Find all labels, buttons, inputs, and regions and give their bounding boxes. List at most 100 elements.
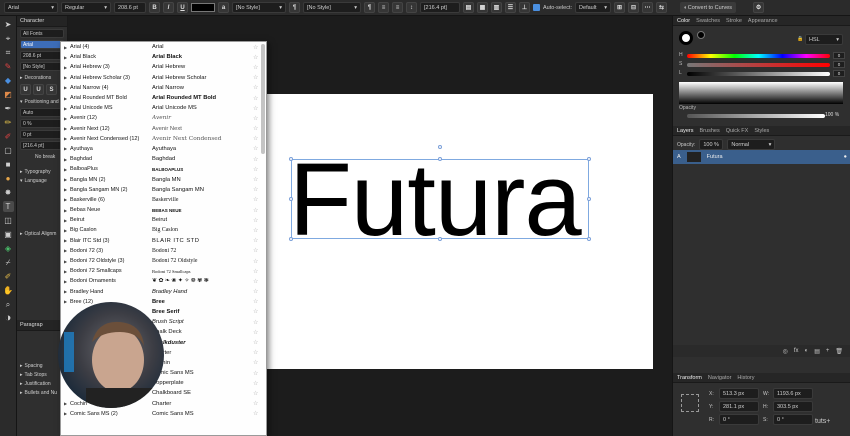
eyedropper-icon[interactable]: ⌿ <box>3 257 14 268</box>
fx-icon[interactable]: fx <box>794 348 799 354</box>
expand-triangle-icon[interactable]: ▶ <box>61 116 70 121</box>
view-tool-icon[interactable]: ✋ <box>3 285 14 296</box>
favorite-star-icon[interactable]: ☆ <box>253 288 258 295</box>
underline-deco-icon[interactable]: U <box>20 84 31 95</box>
color-chips-icon[interactable]: ◑ <box>3 313 14 324</box>
tab-history[interactable]: History <box>737 375 754 381</box>
font-list-item[interactable]: ▶ Comic Sans MS (2) Comic Sans MS ☆ <box>61 409 266 419</box>
font-style-field[interactable]: Regular ▾ <box>61 2 111 13</box>
font-list-item[interactable]: ▶ Bodoni Ornaments ❦ ✿ ❧ ❀ ✦ ✧ ❁ ✾ ❃ ☆ <box>61 276 266 286</box>
x-field[interactable]: 513.3 px <box>719 388 759 399</box>
r-field[interactable]: 0 ° <box>719 414 759 425</box>
font-list-item[interactable]: ▶ Avenir (12) Avenir ☆ <box>61 113 266 123</box>
expand-triangle-icon[interactable]: ▶ <box>61 228 70 233</box>
tab-transform[interactable]: Transform <box>677 375 702 381</box>
transform-icon[interactable]: ⊞ <box>614 2 626 13</box>
favorite-star-icon[interactable]: ☆ <box>253 329 258 336</box>
favorite-star-icon[interactable]: ☆ <box>253 237 258 244</box>
saturation-slider[interactable] <box>687 63 830 67</box>
color-model-dropdown[interactable]: HSL ▾ <box>805 34 843 45</box>
tab-layers[interactable]: Layers <box>677 128 694 134</box>
expand-triangle-icon[interactable]: ▶ <box>61 157 70 162</box>
shape-tool-icon[interactable]: ▢ <box>3 145 14 156</box>
paragraph-icon[interactable]: ¶ <box>364 2 375 13</box>
visibility-icon[interactable]: ● <box>844 154 847 160</box>
crop-tool-icon[interactable]: ⌗ <box>3 47 14 58</box>
font-list-item[interactable]: ▶ Arial (4) Arial ☆ <box>61 42 266 52</box>
lightness-slider[interactable] <box>687 72 830 76</box>
fill-stroke-chips[interactable] <box>679 31 693 45</box>
adjustments-icon[interactable]: ◎ <box>783 348 788 355</box>
favorite-star-icon[interactable]: ☆ <box>253 217 258 224</box>
font-list-item[interactable]: ▶ BalboaPlus BALBOAPLUS ☆ <box>61 164 266 174</box>
node-tool-icon[interactable]: ⌖ <box>3 33 14 44</box>
align-left-icon[interactable]: ≡ <box>378 2 389 13</box>
favorite-star-icon[interactable]: ☆ <box>253 390 258 397</box>
font-list-item[interactable]: ▶ Bebas Neue BEBAS NEUE ☆ <box>61 205 266 215</box>
favorite-star-icon[interactable]: ☆ <box>253 349 258 356</box>
font-list-item[interactable]: ▶ Blair ITC Std (3) BLAIR ITC STD ☆ <box>61 236 266 246</box>
convert-to-curves-button[interactable]: ◐ Convert to Curves <box>680 2 737 13</box>
bold-button[interactable]: B <box>149 2 160 13</box>
opacity-slider[interactable] <box>687 114 825 118</box>
double-underline-icon[interactable]: U <box>33 84 44 95</box>
favorite-star-icon[interactable]: ☆ <box>253 308 258 315</box>
favorite-star-icon[interactable]: ☆ <box>253 145 258 152</box>
selection-handle[interactable] <box>587 157 591 161</box>
expand-triangle-icon[interactable]: ▶ <box>61 136 70 141</box>
move-tool-icon[interactable]: ➤ <box>3 19 14 30</box>
para-style-field[interactable]: [No Style] ▾ <box>303 2 361 13</box>
font-family-field[interactable]: Arial ▾ <box>4 2 58 13</box>
font-list-item[interactable]: ▶ Bangla MN (2) Bangla MN ☆ <box>61 174 266 184</box>
h-field[interactable]: 303.5 px <box>773 401 813 412</box>
font-collection-dropdown[interactable]: All Fonts <box>20 29 64 38</box>
favorite-star-icon[interactable]: ☆ <box>253 339 258 346</box>
favorite-star-icon[interactable]: ☆ <box>253 176 258 183</box>
s-field[interactable]: 0 ° <box>773 414 813 425</box>
tab-swatches[interactable]: Swatches <box>696 18 720 24</box>
place-image-icon[interactable]: ▣ <box>3 229 14 240</box>
favorite-star-icon[interactable]: ☆ <box>253 359 258 366</box>
blend-mode-dropdown[interactable]: Normal ▾ <box>727 139 776 150</box>
font-list-item[interactable]: ▶ Beirut Beirut ☆ <box>61 215 266 225</box>
font-list-item[interactable]: ▶ Arial Rounded MT Bold Arial Rounded MT B… <box>61 93 266 103</box>
stroke-chip[interactable] <box>697 31 705 39</box>
favorite-star-icon[interactable]: ☆ <box>253 247 258 254</box>
fill-tool-icon[interactable]: ◆ <box>3 75 14 86</box>
layer-row-futura[interactable]: A Futura ● <box>673 150 850 164</box>
favorite-star-icon[interactable]: ☆ <box>253 44 258 51</box>
strikethrough-icon[interactable]: S <box>46 84 57 95</box>
text-wrap-icon[interactable]: ▦ <box>477 2 488 13</box>
favorite-star-icon[interactable]: ☆ <box>253 258 258 265</box>
font-list-item[interactable]: ▶ Big Caslon Big Caslon ☆ <box>61 225 266 235</box>
expand-triangle-icon[interactable]: ▶ <box>61 197 70 202</box>
opacity-value[interactable]: 100 % <box>825 112 839 118</box>
favorite-star-icon[interactable]: ☆ <box>253 125 258 132</box>
favorite-star-icon[interactable]: ☆ <box>253 64 258 71</box>
expand-triangle-icon[interactable]: ▶ <box>61 218 70 223</box>
font-list-item[interactable]: ▶ Bangla Sangam MN (2) Bangla Sangam MN ☆ <box>61 185 266 195</box>
font-list-item[interactable]: ▶ Ayuthaya Ayuthaya ☆ <box>61 144 266 154</box>
ellipse-tool-icon[interactable]: ● <box>3 173 14 184</box>
tab-styles[interactable]: Styles <box>754 128 769 134</box>
hue-slider[interactable] <box>687 54 830 58</box>
baseline-field[interactable]: 0 pt <box>20 130 64 139</box>
leading-panel-field[interactable]: [216.4 pt] <box>20 141 64 150</box>
baseline-icon[interactable]: ▥ <box>491 2 502 13</box>
selection-box[interactable] <box>291 159 589 239</box>
tab-navigator[interactable]: Navigator <box>708 375 732 381</box>
saturation-value[interactable]: 0 <box>833 61 845 68</box>
favorite-star-icon[interactable]: ☆ <box>253 196 258 203</box>
expand-triangle-icon[interactable]: ▶ <box>61 106 70 111</box>
lightness-value[interactable]: 0 <box>833 70 845 77</box>
zoom-tool-icon[interactable]: ⌕ <box>3 299 14 310</box>
favorite-star-icon[interactable]: ☆ <box>253 207 258 214</box>
favorite-star-icon[interactable]: ☆ <box>253 370 258 377</box>
font-list-item[interactable]: ▶ Baskerville (6) Baskerville ☆ <box>61 195 266 205</box>
favorite-star-icon[interactable]: ☆ <box>253 380 258 387</box>
font-list-item[interactable]: ▶ Arial Narrow (4) Arial Narrow ☆ <box>61 83 266 93</box>
favorite-star-icon[interactable]: ☆ <box>253 278 258 285</box>
font-list-item[interactable]: ▶ Arial Hebrew Scholar (3) Arial Hebrew Sc… <box>61 73 266 83</box>
text-color-well[interactable] <box>191 3 215 12</box>
align-center-icon[interactable]: ≡ <box>392 2 403 13</box>
